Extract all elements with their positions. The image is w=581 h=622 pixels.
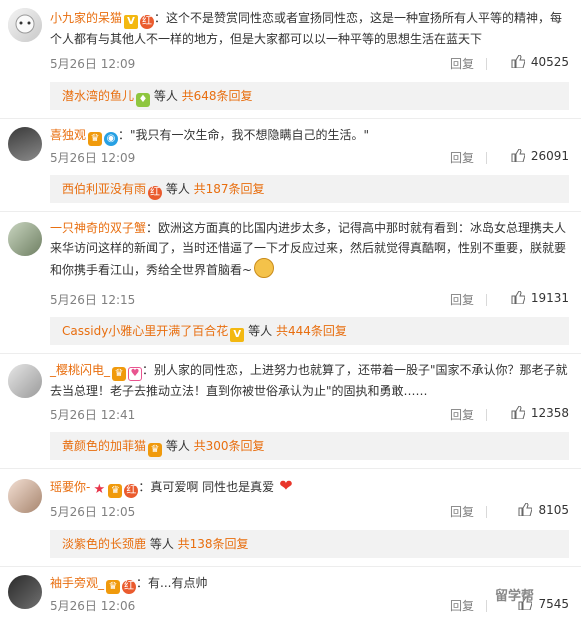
- verified-v-icon: V: [230, 328, 245, 342]
- divider: [486, 506, 487, 518]
- like-count: 40525: [530, 55, 569, 69]
- like-count: 19131: [530, 291, 569, 305]
- red-badge-icon: 红: [124, 484, 139, 498]
- crown-badge-icon: ♛: [108, 484, 123, 498]
- divider: [486, 294, 487, 306]
- camera-badge-icon: ◉: [104, 132, 119, 146]
- red-badge-icon: 红: [140, 15, 155, 29]
- reply-summary[interactable]: 淡紫色的长颈鹿 等人 共138条回复: [50, 530, 569, 558]
- like-button[interactable]: 8105: [518, 503, 569, 517]
- reply-button[interactable]: 回复: [450, 597, 474, 614]
- timestamp: 5月26日 12:41: [50, 408, 136, 422]
- reply-summary[interactable]: Cassidy小雅心里开满了百合花 V 等人 共444条回复: [50, 317, 569, 345]
- avatar[interactable]: [8, 575, 42, 609]
- reply-count[interactable]: 共444条回复: [276, 324, 347, 338]
- avatar[interactable]: [8, 8, 42, 42]
- timestamp: 5月26日 12:06: [50, 599, 136, 613]
- heart-badge-icon: ♥: [128, 367, 143, 381]
- avatar[interactable]: [8, 479, 42, 513]
- red-badge-icon: 红: [148, 186, 163, 200]
- reply-button[interactable]: 回复: [450, 406, 474, 423]
- reply-username[interactable]: 西伯利亚没有雨: [62, 182, 146, 196]
- reply-summary[interactable]: 潜水湾的鱼儿 ♦ 等人 共648条回复: [50, 82, 569, 110]
- reply-summary[interactable]: 西伯利亚没有雨红 等人 共187条回复: [50, 175, 569, 203]
- reply-username[interactable]: 淡紫色的长颈鹿: [62, 537, 146, 551]
- watermark-text: 留学帮: [495, 589, 535, 604]
- red-badge-icon: 红: [122, 580, 137, 594]
- reply-count[interactable]: 共138条回复: [178, 537, 249, 551]
- username[interactable]: 喜独观: [50, 128, 86, 142]
- comment-text: ：有...有点帅: [136, 576, 208, 590]
- timestamp: 5月26日 12:05: [50, 505, 136, 519]
- heart-emoji-icon: ❤: [274, 476, 293, 495]
- reply-button[interactable]: 回复: [450, 55, 474, 72]
- reply-count[interactable]: 共300条回复: [194, 439, 265, 453]
- thumbs-up-icon: [511, 55, 525, 68]
- like-count: 26091: [530, 149, 569, 163]
- divider: [486, 600, 487, 612]
- like-count: 7545: [538, 597, 569, 611]
- username[interactable]: 袖手旁观_: [50, 576, 104, 590]
- reply-summary[interactable]: 黄颜色的加菲猫 ♛ 等人 共300条回复: [50, 432, 569, 460]
- divider: [0, 468, 581, 469]
- watermark-logo: 留学帮: [495, 585, 534, 604]
- crown-badge-icon: ♛: [106, 580, 121, 594]
- comment-text: ：真可爱啊 同性也是真爱: [138, 480, 275, 494]
- reply-count[interactable]: 共187条回复: [194, 182, 265, 196]
- crown-badge-icon: ♛: [112, 367, 127, 381]
- thumbs-up-icon: [511, 149, 525, 162]
- divider: [0, 566, 581, 567]
- comment-text: ："我只有一次生命，我不想隐瞒自己的生活。": [118, 128, 370, 142]
- divider: [0, 353, 581, 354]
- crown-badge-icon: ♛: [148, 443, 163, 457]
- reply-username[interactable]: 黄颜色的加菲猫: [62, 439, 146, 453]
- reply-button[interactable]: 回复: [450, 149, 474, 166]
- divider: [0, 118, 581, 119]
- username[interactable]: 一只神奇的双子蟹: [50, 221, 146, 235]
- like-button[interactable]: 19131: [511, 291, 569, 305]
- star-icon: ★: [93, 482, 106, 497]
- avatar[interactable]: [8, 222, 42, 256]
- thumbs-up-icon: [511, 291, 525, 304]
- thumbs-up-icon: [511, 406, 525, 419]
- badge-icon: ♦: [136, 93, 151, 107]
- username[interactable]: 瑶要你-: [50, 480, 90, 494]
- username[interactable]: 小九家的呆猫: [50, 11, 122, 25]
- timestamp: 5月26日 12:09: [50, 151, 136, 165]
- divider: [486, 152, 487, 164]
- like-button[interactable]: 40525: [511, 55, 569, 69]
- cat-emoji-icon: [254, 258, 275, 278]
- like-button[interactable]: 12358: [511, 406, 569, 420]
- divider: [486, 58, 487, 70]
- divider: [486, 409, 487, 421]
- reply-count[interactable]: 共648条回复: [182, 89, 253, 103]
- divider: [0, 211, 581, 212]
- like-count: 8105: [538, 503, 569, 517]
- username[interactable]: _樱桃闪电_: [50, 363, 110, 377]
- reply-button[interactable]: 回复: [450, 291, 474, 308]
- reply-button[interactable]: 回复: [450, 503, 474, 520]
- thumbs-up-icon: [518, 503, 533, 516]
- timestamp: 5月26日 12:09: [50, 57, 136, 71]
- timestamp: 5月26日 12:15: [50, 293, 136, 307]
- like-button[interactable]: 26091: [511, 149, 569, 163]
- crown-badge-icon: ♛: [88, 132, 103, 146]
- reply-username[interactable]: 潜水湾的鱼儿: [62, 89, 134, 103]
- reply-username[interactable]: Cassidy小雅心里开满了百合花: [62, 324, 228, 338]
- like-count: 12358: [530, 406, 569, 420]
- avatar[interactable]: [8, 127, 42, 161]
- avatar[interactable]: [8, 364, 42, 398]
- verified-v-icon: V: [124, 15, 139, 29]
